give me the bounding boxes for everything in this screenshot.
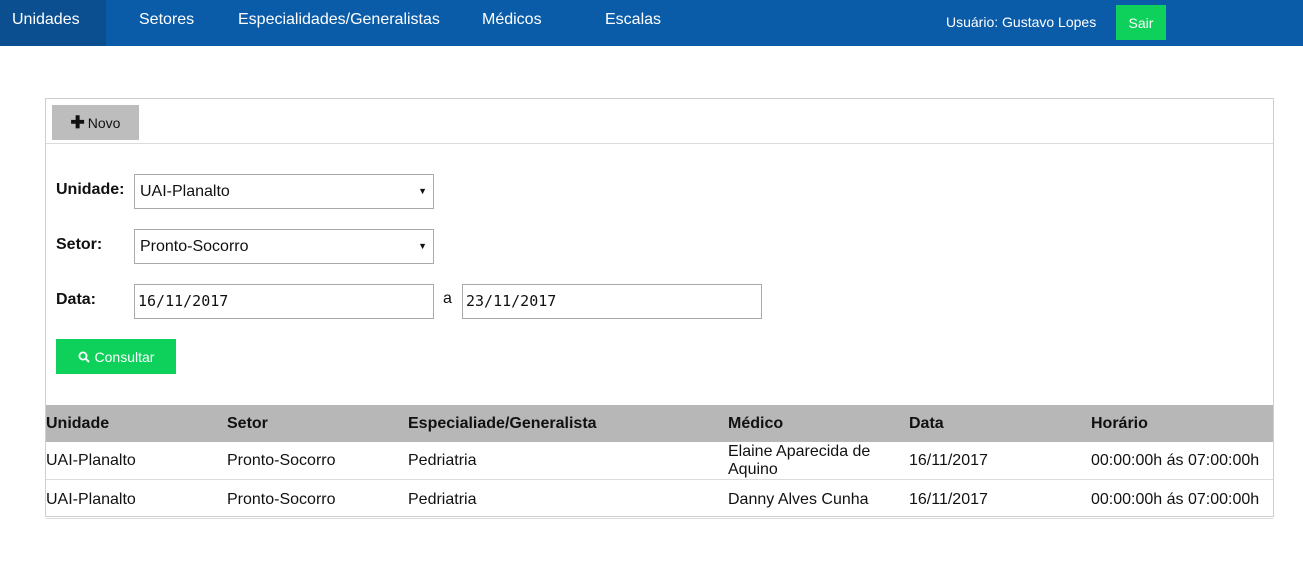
cell-medico: Danny Alves Cunha: [728, 491, 869, 508]
filter-panel: ✚ Novo Unidade: UAI-Planalto ▼ Setor: Pr…: [45, 98, 1274, 519]
cell-data: 16/11/2017: [909, 452, 988, 469]
date-to-input[interactable]: 23/11/2017: [462, 284, 762, 319]
chevron-down-icon: ▼: [418, 241, 427, 251]
new-button[interactable]: ✚ Novo: [52, 105, 139, 140]
unidade-label: Unidade:: [56, 181, 125, 198]
unidade-select-value: UAI-Planalto: [140, 183, 230, 200]
cell-especialidade: Pedriatria: [408, 491, 477, 508]
cell-unidade: UAI-Planalto: [46, 491, 136, 508]
cell-unidade: UAI-Planalto: [46, 452, 136, 469]
col-header-setor: Setor: [227, 415, 268, 432]
cell-data: 16/11/2017: [909, 491, 988, 508]
col-header-especialidade: Especialiade/Generalista: [408, 415, 597, 432]
search-icon: [78, 351, 90, 363]
setor-label: Setor:: [56, 236, 103, 253]
logout-button[interactable]: Sair: [1116, 5, 1166, 40]
unidade-select[interactable]: UAI-Planalto ▼: [134, 174, 434, 209]
data-label: Data:: [56, 291, 97, 308]
consultar-button[interactable]: Consultar: [56, 339, 176, 374]
setor-select[interactable]: Pronto-Socorro ▼: [134, 229, 434, 264]
nav-unidades[interactable]: Unidades: [0, 0, 106, 46]
new-button-label: Novo: [87, 114, 121, 131]
nav-medicos[interactable]: Médicos: [482, 0, 542, 46]
nav-escalas[interactable]: Escalas: [605, 0, 661, 46]
user-label: Usuário: Gustavo Lopes: [946, 14, 1097, 30]
plus-icon: ✚: [70, 113, 85, 132]
col-header-medico: Médico: [728, 415, 784, 432]
cell-especialidade: Pedriatria: [408, 452, 477, 469]
nav-setores[interactable]: Setores: [139, 0, 194, 46]
consultar-button-label: Consultar: [94, 348, 155, 365]
table-row[interactable]: UAI-Planalto Pronto-Socorro Pedriatria D…: [46, 481, 1273, 519]
date-separator: a: [443, 290, 452, 307]
cell-horario: 00:00:00h ás 07:00:00h: [1091, 491, 1260, 508]
setor-select-value: Pronto-Socorro: [140, 238, 249, 255]
col-header-unidade: Unidade: [46, 415, 110, 432]
cell-setor: Pronto-Socorro: [227, 452, 336, 469]
table-header: Unidade Setor Especialiade/Generalista M…: [46, 405, 1273, 442]
col-header-horario: Horário: [1091, 415, 1148, 432]
cell-horario: 00:00:00h ás 07:00:00h: [1091, 452, 1260, 469]
nav-especialidades[interactable]: Especialidades/Generalistas: [238, 0, 440, 46]
cell-medico: Elaine Aparecida de Aquino: [728, 443, 871, 478]
table-row[interactable]: UAI-Planalto Pronto-Socorro Pedriatria E…: [46, 442, 1273, 480]
col-header-data: Data: [909, 415, 944, 432]
panel-toolbar: ✚ Novo: [46, 99, 1273, 144]
top-navbar: Unidades Setores Especialidades/Generali…: [0, 0, 1303, 46]
date-from-input[interactable]: 16/11/2017: [134, 284, 434, 319]
chevron-down-icon: ▼: [418, 186, 427, 196]
cell-setor: Pronto-Socorro: [227, 491, 336, 508]
